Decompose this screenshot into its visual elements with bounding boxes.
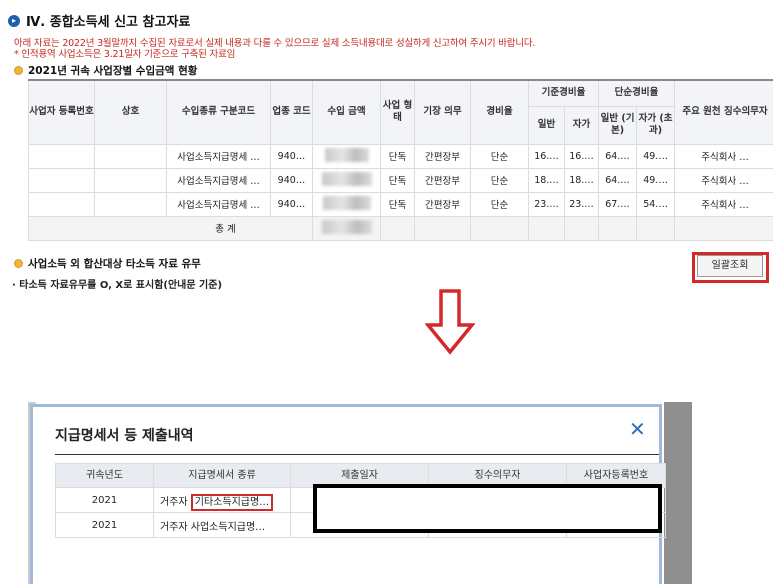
cell-amount-redacted (312, 143, 381, 169)
cell-bookkeeping: 간편장부 (414, 191, 471, 217)
cell-expense-rate: 단순 (470, 167, 529, 193)
cell-industry-code: 940… (270, 167, 313, 193)
modal-title: 지급명세서 등 제출내역 (55, 428, 194, 444)
cell-amount-redacted (312, 191, 381, 217)
col-name: 상호 (94, 79, 167, 145)
cell-biz-no (28, 143, 95, 169)
col-type-code: 수입종류 구분코드 (166, 79, 271, 145)
cell-std-self: 18.… (563, 167, 600, 193)
table-row: 사업소득지급명세 … 940… 단독 간편장부 단순 16.… 16.… 64.… (28, 143, 773, 169)
col-std-general: 일반 (528, 105, 565, 145)
other-income-title: 사업소득 외 합산대상 타소득 자료 유무 (14, 256, 201, 271)
cell-std-self: 23.… (563, 191, 600, 217)
section-title-text: Ⅳ. 종합소득세 신고 참고자료 (26, 15, 191, 30)
col-expense-rate: 경비율 (470, 79, 529, 145)
cell-year: 2021 (55, 512, 154, 538)
cell-withholder: 주식회사 … (674, 191, 773, 217)
cell-type-code: 사업소득지급명세 … (166, 143, 271, 169)
bullet-dot-icon (14, 66, 23, 75)
redaction-blur (322, 195, 371, 210)
col-year: 귀속년도 (55, 463, 154, 488)
col-std-rate: 기준경비율 (527, 79, 600, 107)
total-amount-redacted (312, 215, 381, 241)
col-biz-no: 사업자 등록번호 (28, 79, 95, 145)
cell-simple-general: 64.… (598, 143, 638, 169)
cell-biz-form: 단독 (380, 167, 415, 193)
cell-expense-rate: 단순 (470, 191, 529, 217)
col-amount: 수입 금액 (312, 79, 381, 145)
cell-statement-kind: 거주자 사업소득지급명… (153, 512, 291, 538)
col-statement-kind: 지급명세서 종류 (153, 463, 291, 488)
col-industry-code: 업종 코드 (270, 79, 313, 145)
cell-withholder: 주식회사 … (674, 167, 773, 193)
total-row: 총 계 (28, 215, 773, 241)
cell-type-code: 사업소득지급명세 … (166, 191, 271, 217)
notice-text-2: * 인적용역 사업소득은 3.21일자 기준으로 구축된 자료임 (14, 49, 236, 60)
cell-withholder: 주식회사 … (674, 143, 773, 169)
total-label: 총 계 (28, 215, 313, 241)
cell-std-self: 16.… (563, 143, 600, 169)
other-income-title-text: 사업소득 외 합산대상 타소득 자료 유무 (28, 258, 201, 270)
cell-bookkeeping: 간편장부 (414, 167, 471, 193)
cell-expense-rate: 단순 (470, 143, 529, 169)
kind-prefix: 거주자 (160, 521, 191, 533)
cell-std-general: 18.… (528, 167, 565, 193)
table-row: 사업소득지급명세 … 940… 단독 간편장부 단순 23.… 23.… 67.… (28, 191, 773, 217)
cell-industry-code: 940… (270, 143, 313, 169)
col-simple-general: 일반 (기본) (598, 105, 638, 145)
income-table-title: 2021년 귀속 사업장별 수입금액 현황 (14, 63, 197, 78)
cell-type-code: 사업소득지급명세 … (166, 167, 271, 193)
col-simple-self: 자가 (초과) (636, 105, 676, 145)
income-table: 사업자 등록번호 상호 수입종류 구분코드 업종 코드 수입 금액 사업 형태 … (28, 79, 773, 241)
cell-biz-no (28, 191, 95, 217)
income-table-title-text: 2021년 귀속 사업장별 수입금액 현황 (28, 65, 198, 77)
col-bookkeeping: 기장 의무 (414, 79, 471, 145)
cell-simple-general: 67.… (598, 191, 638, 217)
redaction-blur (321, 219, 372, 234)
other-income-note: · 타소득 자료유무를 O, X로 표시함(안내문 기준) (12, 280, 223, 291)
cell-biz-no (28, 167, 95, 193)
kind-prefix: 거주자 (160, 496, 191, 508)
cell-simple-self: 49.… (636, 167, 676, 193)
redaction-blur (324, 147, 369, 162)
col-simple-rate: 단순경비율 (598, 79, 676, 107)
cell-std-general: 16.… (528, 143, 565, 169)
cell-std-general: 23.… (528, 191, 565, 217)
col-biz-form: 사업 형태 (380, 79, 415, 145)
close-icon[interactable]: ✕ (629, 417, 646, 441)
cell-simple-general: 64.… (598, 167, 638, 193)
col-withholder: 주요 원천 징수의무자 (674, 79, 773, 145)
cell-year: 2021 (55, 487, 154, 513)
bulk-lookup-button[interactable]: 일괄조회 (697, 255, 763, 277)
cell-biz-form: 단독 (380, 191, 415, 217)
bullet-dot-icon (14, 259, 23, 268)
modal-divider (55, 454, 659, 455)
cell-industry-code: 940… (270, 191, 313, 217)
section-bullet-icon: ▸ (8, 14, 20, 27)
cell-statement-kind: 거주자 기타소득지급명… (153, 487, 291, 513)
redaction-blur (321, 171, 372, 186)
down-arrow-icon (425, 289, 475, 355)
cell-name (94, 143, 167, 169)
cell-biz-form: 단독 (380, 143, 415, 169)
redaction-box (313, 484, 662, 533)
col-std-self: 자가 (563, 105, 600, 145)
cell-amount-redacted (312, 167, 381, 193)
cell-simple-self: 54.… (636, 191, 676, 217)
cell-bookkeeping: 간편장부 (414, 143, 471, 169)
cell-simple-self: 49.… (636, 143, 676, 169)
table-row: 사업소득지급명세 … 940… 단독 간편장부 단순 18.… 18.… 64.… (28, 167, 773, 193)
section-title: ▸ Ⅳ. 종합소득세 신고 참고자료 (8, 11, 190, 30)
kind-text: 사업소득지급명… (190, 521, 266, 533)
modal-backdrop-right (664, 402, 692, 584)
highlighted-kind: 기타소득지급명… (190, 493, 274, 511)
cell-name (94, 167, 167, 193)
cell-name (94, 191, 167, 217)
